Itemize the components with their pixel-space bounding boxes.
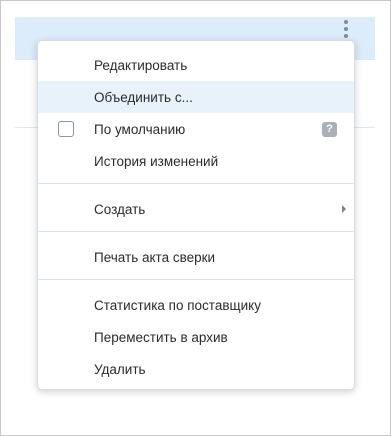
question-icon[interactable]: ? (322, 121, 337, 137)
menu-item-label: Объединить с... (94, 89, 193, 105)
menu-item-label: Редактировать (94, 57, 188, 73)
menu-item-label: Печать акта сверки (94, 249, 216, 265)
menu-divider (38, 279, 354, 280)
menu-item-archive[interactable]: Переместить в архив (38, 321, 354, 353)
menu-item-create[interactable]: Создать (38, 193, 354, 225)
menu-item-label: Статистика по поставщику (94, 297, 261, 313)
menu-item-stats[interactable]: Статистика по поставщику (38, 289, 354, 321)
menu-item-edit[interactable]: Редактировать (38, 49, 354, 81)
context-menu: Редактировать Объединить с... По умолчан… (37, 40, 355, 390)
more-vertical-icon[interactable] (338, 17, 354, 41)
chevron-right-icon (342, 205, 346, 213)
default-checkbox[interactable] (58, 121, 74, 137)
menu-item-merge[interactable]: Объединить с... (38, 81, 354, 113)
menu-item-label: Создать (94, 201, 146, 217)
menu-divider (38, 183, 354, 184)
menu-item-delete[interactable]: Удалить (38, 353, 354, 385)
menu-item-label: Удалить (94, 361, 146, 377)
menu-item-print[interactable]: Печать акта сверки (38, 241, 354, 273)
menu-divider (38, 231, 354, 232)
menu-item-default[interactable]: По умолчанию ? (38, 113, 354, 145)
menu-item-history[interactable]: История изменений (38, 145, 354, 177)
menu-item-label: История изменений (94, 153, 219, 169)
menu-item-label: По умолчанию (94, 121, 186, 137)
menu-item-label: Переместить в архив (94, 329, 228, 345)
